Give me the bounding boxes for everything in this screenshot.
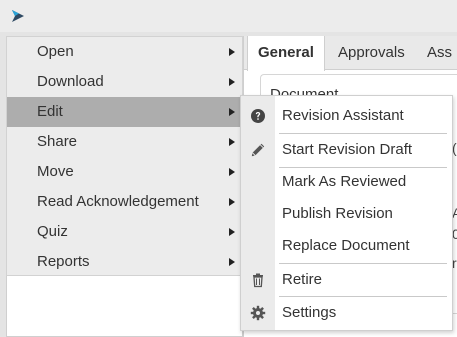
submenu-arrow-icon — [229, 168, 235, 176]
menu-item-label: Move — [37, 163, 74, 180]
submenu-divider — [279, 133, 447, 134]
menu-item-label: Open — [37, 43, 74, 60]
submenu-item-label: Settings — [282, 304, 337, 321]
menu-item-label: Quiz — [37, 223, 68, 240]
menu-item-move[interactable]: Move — [7, 157, 242, 187]
submenu-arrow-icon — [229, 48, 235, 56]
submenu-arrow-icon — [229, 198, 235, 206]
submenu-item-label: Mark As Reviewed — [282, 173, 407, 190]
submenu-item-label: Replace Document — [282, 237, 410, 254]
top-bar — [0, 0, 457, 32]
submenu-item-publish-revision[interactable]: Publish Revision — [241, 199, 452, 229]
submenu-item-settings[interactable]: Settings — [241, 298, 452, 328]
submenu-item-label: Revision Assistant — [282, 107, 404, 124]
menu-item-open[interactable]: Open — [7, 37, 242, 67]
tab-approvals[interactable]: Approvals — [328, 36, 415, 70]
submenu-item-replace-document[interactable]: Replace Document — [241, 231, 452, 261]
menu-item-label: Read Acknowledgement — [37, 193, 199, 210]
menu-item-label: Share — [37, 133, 78, 150]
context-menu: Open Download Edit Share Move Read Ackno… — [6, 36, 243, 276]
menu-item-reports[interactable]: Reports — [7, 247, 242, 277]
app-logo-icon[interactable] — [10, 8, 26, 24]
submenu-arrow-icon — [229, 228, 235, 236]
submenu-divider — [279, 263, 447, 264]
submenu-item-revision-assistant[interactable]: Revision Assistant — [241, 101, 452, 131]
menu-item-quiz[interactable]: Quiz — [7, 217, 242, 247]
pencil-icon — [251, 143, 265, 157]
submenu-item-mark-as-reviewed[interactable]: Mark As Reviewed — [241, 167, 452, 197]
trash-icon — [253, 273, 263, 288]
edit-submenu: Revision Assistant Start Revision Draft … — [240, 95, 453, 331]
menu-item-label: Download — [37, 73, 104, 90]
detail-tabs: General Approvals Ass — [244, 36, 457, 71]
submenu-arrow-icon — [229, 108, 235, 116]
menu-item-label: Reports — [37, 253, 90, 270]
submenu-item-label: Start Revision Draft — [282, 141, 413, 158]
submenu-item-label: Retire — [282, 271, 323, 288]
menu-item-download[interactable]: Download — [7, 67, 242, 97]
menu-item-edit[interactable]: Edit — [7, 97, 242, 127]
question-circle-icon — [251, 109, 265, 123]
submenu-arrow-icon — [229, 258, 235, 266]
menu-item-read-acknowledgement[interactable]: Read Acknowledgement — [7, 187, 242, 217]
submenu-item-retire[interactable]: Retire — [241, 265, 452, 295]
gear-icon — [250, 305, 266, 321]
submenu-item-label: Publish Revision — [282, 205, 393, 222]
menu-item-share[interactable]: Share — [7, 127, 242, 157]
submenu-arrow-icon — [229, 138, 235, 146]
tab-assignments[interactable]: Ass — [417, 36, 457, 70]
submenu-divider — [279, 296, 447, 297]
menu-item-label: Edit — [37, 103, 63, 120]
tab-general[interactable]: General — [247, 36, 325, 71]
submenu-arrow-icon — [229, 78, 235, 86]
submenu-item-start-revision-draft[interactable]: Start Revision Draft — [241, 135, 452, 165]
